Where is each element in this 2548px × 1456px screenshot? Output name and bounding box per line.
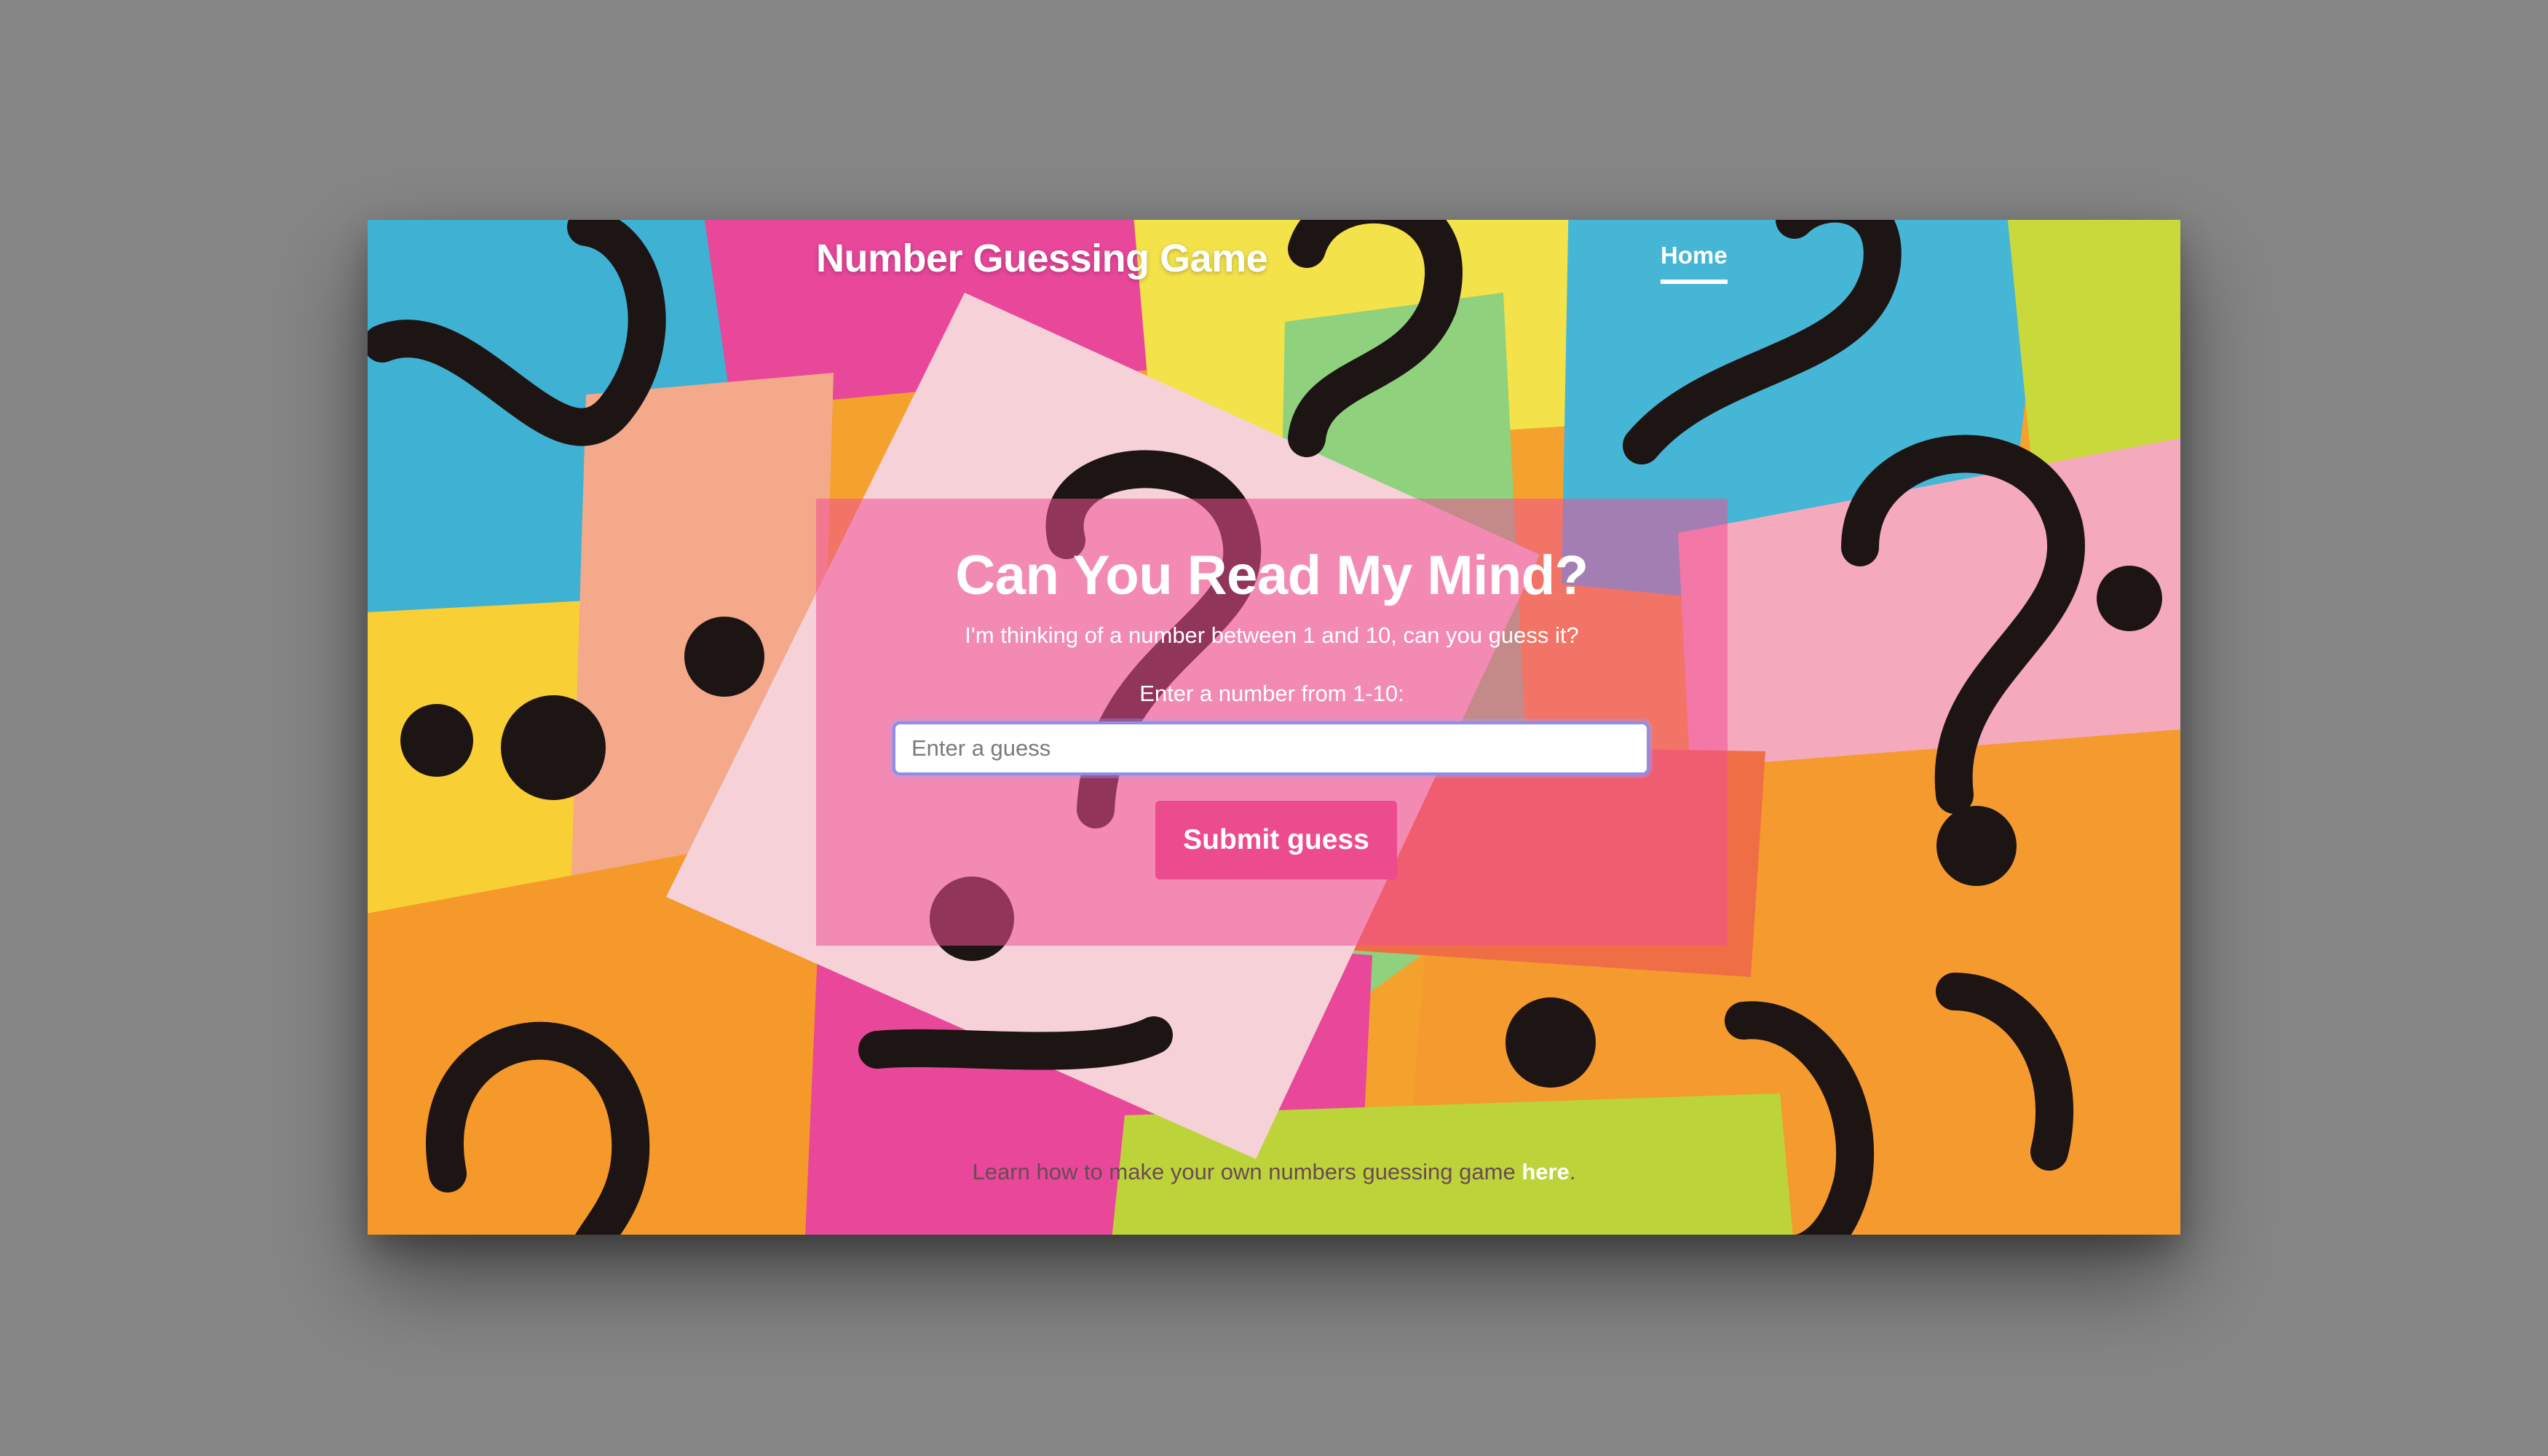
- footer-text: Learn how to make your own numbers guess…: [972, 1159, 1522, 1184]
- brand-title: Number Guessing Game: [816, 237, 1268, 280]
- game-card: Can You Read My Mind? I'm thinking of a …: [816, 499, 1728, 946]
- page-title: Can You Read My Mind?: [955, 545, 1588, 606]
- footer-link-here[interactable]: here: [1522, 1159, 1569, 1184]
- footer-suffix: .: [1569, 1159, 1576, 1184]
- browser-viewport: Number Guessing Game Home Can You Read M…: [368, 220, 2180, 1235]
- guess-input-label: Enter a number from 1-10:: [1139, 681, 1404, 706]
- submit-guess-button[interactable]: Submit guess: [1155, 801, 1397, 879]
- footer: Learn how to make your own numbers guess…: [368, 1159, 2180, 1185]
- guess-input[interactable]: [893, 721, 1650, 775]
- site-header: Number Guessing Game Home: [368, 220, 2180, 307]
- nav-link-home[interactable]: Home: [1661, 242, 1728, 284]
- game-description: I'm thinking of a number between 1 and 1…: [965, 622, 1579, 648]
